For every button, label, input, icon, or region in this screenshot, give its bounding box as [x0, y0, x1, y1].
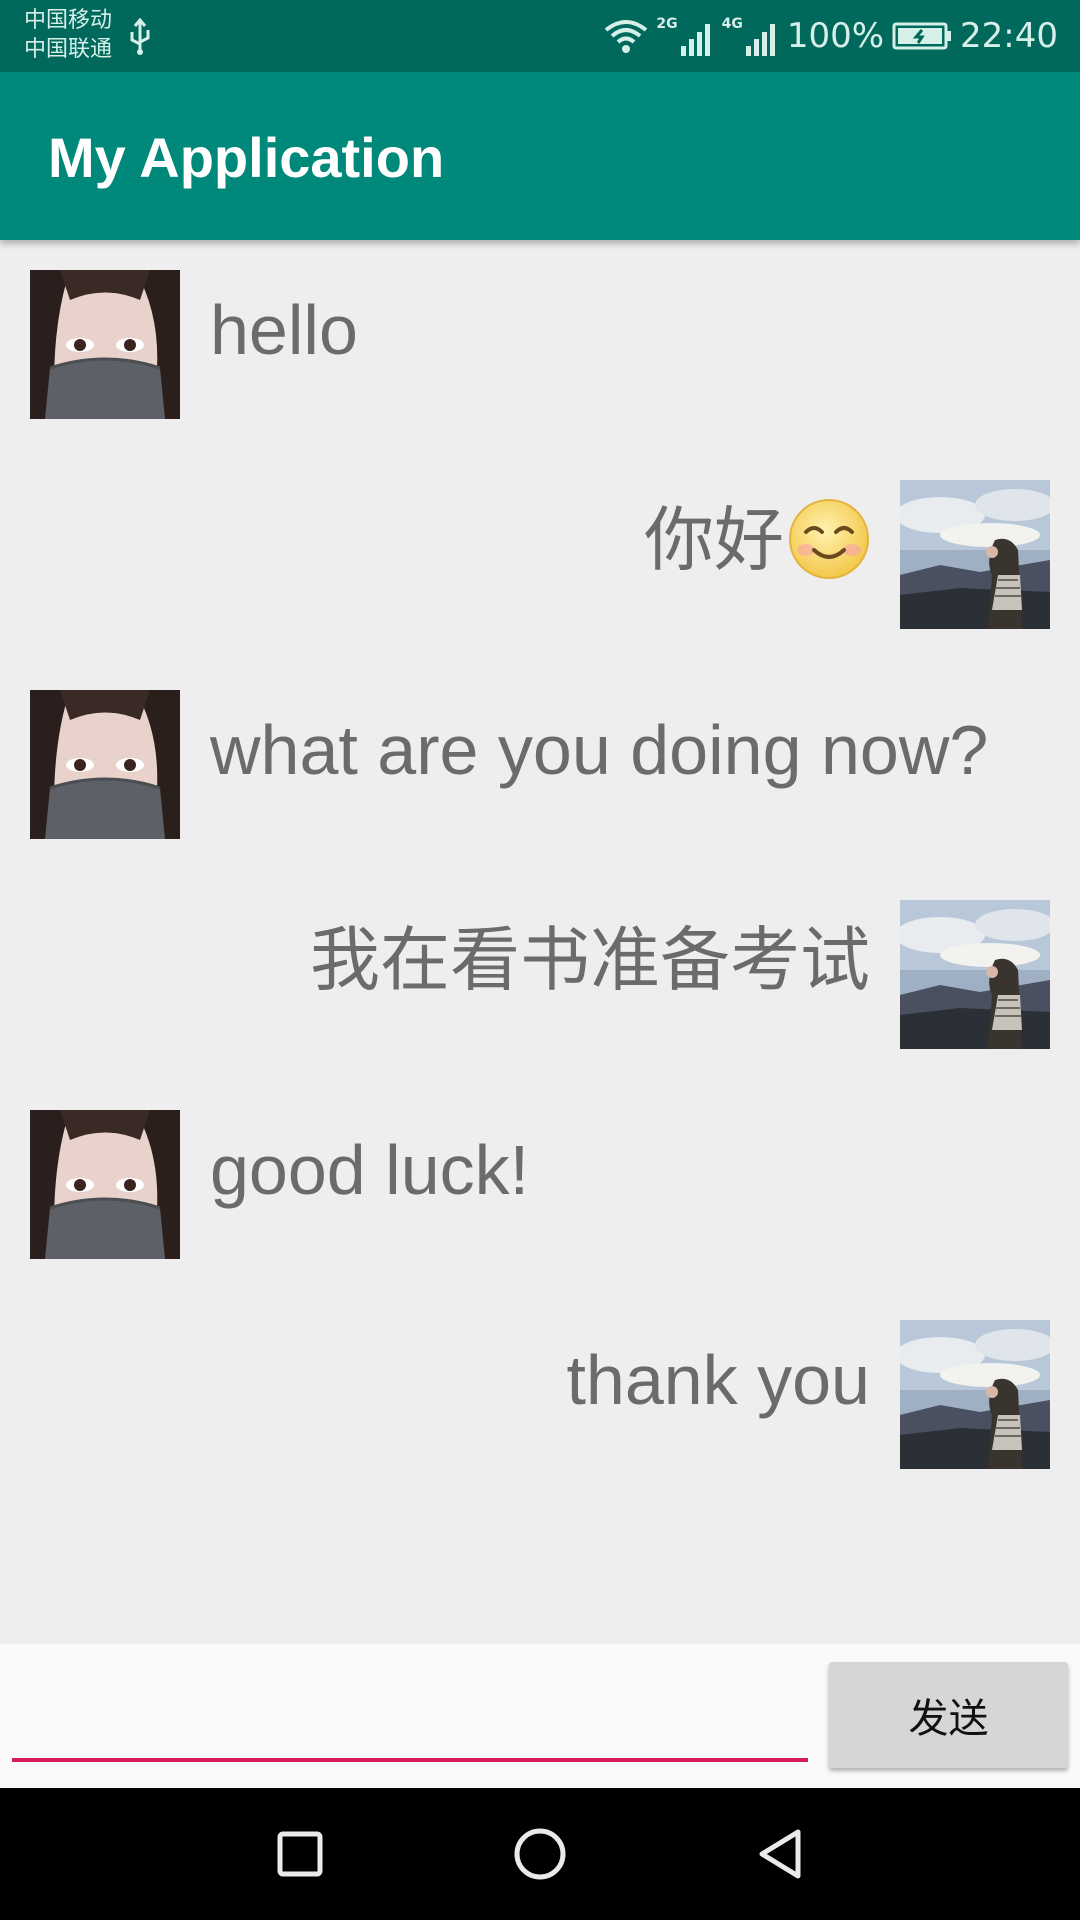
carrier-info: 中国移动 中国联通 — [24, 6, 112, 64]
network-2g-label: 2G — [656, 16, 678, 32]
send-button[interactable]: 发送 — [829, 1662, 1068, 1768]
message-item: good luck! — [0, 1110, 1080, 1260]
landscape-girl-avatar — [900, 1320, 1050, 1469]
landscape-girl-avatar — [900, 900, 1050, 1049]
message-item: what are you doing now? — [0, 690, 1080, 840]
signal-icon — [680, 24, 710, 56]
app-title: My Application — [48, 126, 445, 189]
home-icon[interactable] — [510, 1824, 570, 1884]
network-4g-label: 4G — [721, 16, 743, 32]
message-text: hello — [210, 291, 358, 369]
message-item: 你好 — [0, 480, 1080, 630]
message-item: 我在看书准备考试 — [0, 900, 1080, 1050]
message-input[interactable] — [12, 1644, 808, 1762]
masked-girl-avatar — [30, 270, 180, 419]
carrier-1: 中国移动 — [24, 8, 113, 33]
message-item: hello — [0, 270, 1080, 420]
carrier-2: 中国联通 — [24, 37, 113, 62]
battery-icon — [892, 22, 952, 50]
navigation-bar — [0, 1788, 1080, 1920]
clock: 22:40 — [960, 16, 1058, 56]
usb-icon — [130, 18, 150, 55]
message-text-container: 你好 — [644, 490, 870, 590]
masked-girl-avatar — [30, 690, 180, 839]
message-text: thank you — [566, 1341, 870, 1419]
status-icons: 2G 4G 100% 22:40 — [604, 0, 1058, 72]
network-2g: 2G — [656, 16, 713, 56]
recent-apps-icon[interactable] — [270, 1824, 330, 1884]
input-bar: 发送 — [0, 1644, 1080, 1788]
landscape-girl-avatar — [900, 480, 1050, 629]
back-icon[interactable] — [750, 1824, 810, 1884]
message-text: what are you doing now? — [210, 711, 989, 789]
status-bar: 中国移动 中国联通 2G 4G 100% 22:40 — [0, 0, 1080, 72]
message-text: 你好 — [644, 501, 784, 579]
message-text: 我在看书准备考试 — [310, 921, 870, 999]
signal-icon — [745, 24, 775, 56]
smile-emoji — [789, 498, 869, 579]
wifi-icon — [605, 20, 648, 53]
message-text: good luck! — [210, 1131, 530, 1209]
battery-percent: 100% — [786, 16, 885, 56]
network-4g: 4G — [722, 16, 779, 56]
message-item: thank you — [0, 1320, 1080, 1470]
masked-girl-avatar — [30, 1110, 180, 1259]
app-toolbar: My Application — [0, 72, 1080, 240]
